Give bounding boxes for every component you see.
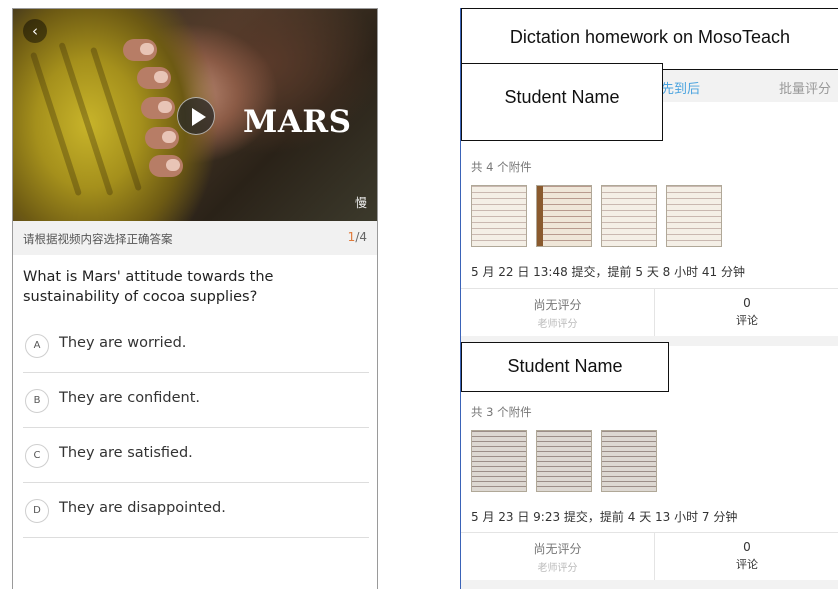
teacher-score-button[interactable]: 尚无评分 老师评分 — [461, 289, 655, 337]
score-source: 老师评分 — [537, 319, 578, 330]
option-text: They are worried. — [59, 335, 187, 351]
quiz-screen: ‹ MARS 慢 请根据视频内容选择正确答案 1/4 What is Mars'… — [12, 8, 378, 589]
score-row: 尚无评分 老师评分 0 评论 — [461, 532, 838, 581]
option-letter: D — [25, 499, 49, 523]
score-status: 尚无评分 — [533, 542, 582, 556]
attachment-thumbnail[interactable] — [536, 185, 592, 247]
question-instruction-bar: 请根据视频内容选择正确答案 1/4 — [13, 221, 377, 255]
hand-finger — [149, 155, 183, 177]
option-text: They are confident. — [59, 390, 200, 406]
option-text: They are disappointed. — [59, 500, 226, 516]
question-progress: 1/4 — [348, 230, 367, 244]
comments-button[interactable]: 0 评论 — [655, 533, 838, 581]
student-name-annotation: Student Name — [461, 342, 669, 392]
tab-batch-grading[interactable]: 批量评分 — [779, 78, 831, 97]
teacher-score-button[interactable]: 尚无评分 老师评分 — [461, 533, 655, 581]
attachment-thumbnail[interactable] — [666, 185, 722, 247]
answer-option-a[interactable]: A They are worried. — [23, 318, 369, 373]
playback-speed-button[interactable]: 慢 — [355, 194, 367, 211]
answer-option-d[interactable]: D They are disappointed. — [23, 483, 369, 538]
section-divider — [461, 580, 838, 589]
comment-label: 评论 — [736, 314, 758, 327]
submission-time: 5 月 23 日 9:23 提交，提前 4 天 13 小时 7 分钟 — [471, 510, 738, 524]
attachments-count: 共 4 个附件 — [471, 160, 532, 174]
play-button[interactable] — [177, 97, 215, 135]
tab-sort-order[interactable]: 先到后 — [661, 78, 700, 97]
comment-count: 0 — [743, 540, 751, 554]
attachment-thumbnail[interactable] — [601, 185, 657, 247]
attachment-thumbnail[interactable] — [471, 430, 527, 492]
attachment-thumbnail[interactable] — [536, 430, 592, 492]
hand-finger — [137, 67, 171, 89]
score-source: 老师评分 — [537, 563, 578, 574]
score-status: 尚无评分 — [533, 298, 582, 312]
hand-finger — [141, 97, 175, 119]
attachments-count: 共 3 个附件 — [471, 405, 532, 419]
option-text: They are satisfied. — [59, 445, 193, 461]
score-row: 尚无评分 老师评分 0 评论 — [461, 288, 838, 337]
video-player[interactable]: ‹ MARS 慢 — [13, 9, 377, 221]
homework-screen: 先到后 批量评分 共 4 个附件 5 月 22 日 13:48 提交，提前 5 … — [460, 8, 838, 589]
cocoa-pod-stripe — [89, 46, 143, 192]
answer-option-c[interactable]: C They are satisfied. — [23, 428, 369, 483]
hand-finger — [145, 127, 179, 149]
attachment-thumbnail[interactable] — [471, 185, 527, 247]
cocoa-pod-stripe — [58, 41, 114, 197]
hand-finger — [123, 39, 157, 61]
homework-title-annotation: Dictation homework on MosoTeach — [461, 8, 838, 70]
option-letter: B — [25, 389, 49, 413]
student-name-annotation: Student Name — [461, 63, 663, 141]
submission-time: 5 月 22 日 13:48 提交，提前 5 天 8 小时 41 分钟 — [471, 265, 745, 279]
attachment-thumbnail[interactable] — [601, 430, 657, 492]
question-text: What is Mars' attitude towards the susta… — [23, 269, 274, 305]
answer-option-b[interactable]: B They are confident. — [23, 373, 369, 428]
comment-count: 0 — [743, 296, 751, 310]
comment-label: 评论 — [736, 558, 758, 571]
back-icon[interactable]: ‹ — [23, 19, 47, 43]
option-letter: A — [25, 334, 49, 358]
progress-total: /4 — [355, 230, 367, 244]
comments-button[interactable]: 0 评论 — [655, 289, 838, 337]
instruction-text: 请根据视频内容选择正确答案 — [23, 232, 173, 246]
video-brand-title: MARS — [243, 104, 352, 140]
option-letter: C — [25, 444, 49, 468]
